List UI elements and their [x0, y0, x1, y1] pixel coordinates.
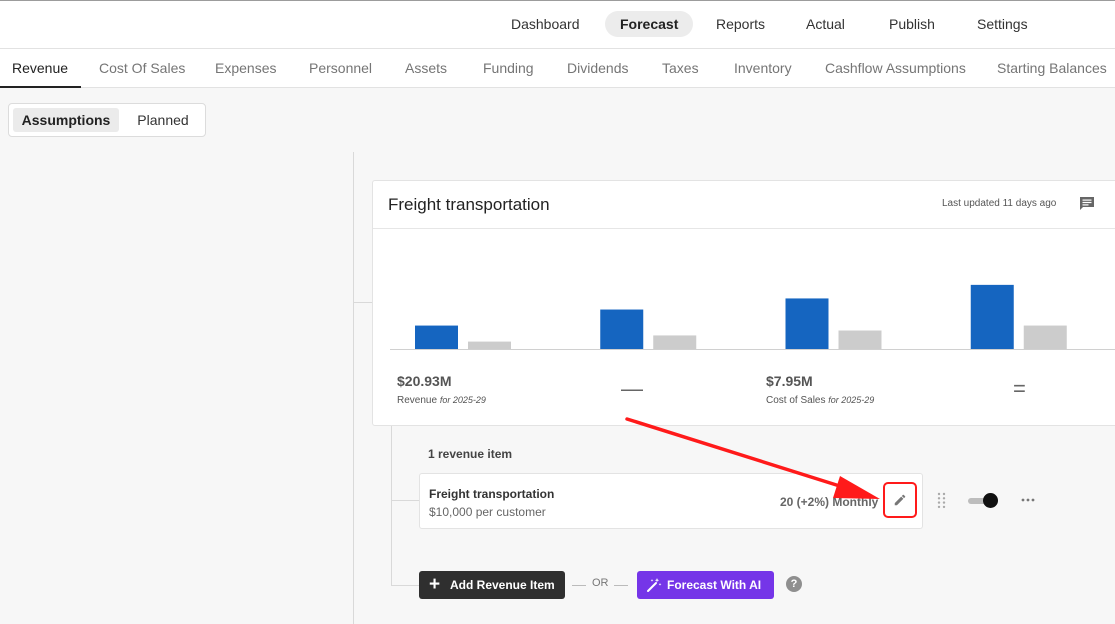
more-options-icon[interactable]	[1021, 497, 1035, 503]
revenue-vs-cost-chart	[390, 284, 1115, 350]
or-divider-right	[614, 585, 628, 586]
drag-handle-icon[interactable]	[937, 492, 946, 509]
minus-sign: —	[621, 376, 643, 401]
tree-connector-line	[353, 152, 354, 624]
forecast-with-ai-label: Forecast With AI	[667, 578, 762, 592]
nav-forecast[interactable]: Forecast	[605, 11, 694, 37]
edit-button[interactable]	[883, 482, 917, 518]
bar-series-0-group-1	[600, 309, 644, 349]
card-divider	[373, 228, 1115, 229]
tab-starting-balances[interactable]: Starting Balances	[997, 49, 1107, 87]
cost-of-sales-total: $7.95M	[766, 373, 813, 389]
comment-icon[interactable]	[1079, 196, 1095, 212]
or-separator: OR	[592, 577, 609, 589]
bar-series-0-group-3	[970, 284, 1014, 349]
bar-series-1-group-0	[468, 341, 511, 349]
view-toggle: Assumptions Planned	[8, 103, 206, 137]
revenue-item-count: 1 revenue item	[428, 447, 513, 461]
tab-expenses[interactable]: Expenses	[215, 49, 276, 87]
tree-connector-branch	[353, 302, 373, 303]
tab-assets[interactable]: Assets	[405, 49, 447, 87]
plus-icon: +	[429, 574, 441, 595]
bar-series-1-group-1	[653, 335, 697, 349]
bar-series-1-group-3	[1023, 325, 1067, 349]
revenue-summary-card: Freight transportation Last updated 11 d…	[372, 180, 1115, 426]
help-icon[interactable]: ?	[786, 576, 802, 592]
tab-taxes[interactable]: Taxes	[662, 49, 699, 87]
equals-sign: =	[1013, 376, 1026, 401]
revenue-item-row[interactable]: Freight transportation $10,000 per custo…	[419, 473, 923, 529]
tab-personnel[interactable]: Personnel	[309, 49, 372, 87]
cost-of-sales-stat: $7.95M Cost of Sales for 2025-29	[766, 373, 874, 406]
or-divider-left	[572, 585, 586, 586]
forecast-tabs: Revenue Cost Of Sales Expenses Personnel…	[0, 48, 1115, 88]
tab-inventory[interactable]: Inventory	[734, 49, 792, 87]
forecast-with-ai-button[interactable]: Forecast With AI	[637, 571, 774, 599]
bar-series-0-group-2	[785, 298, 829, 349]
revenue-stat: $20.93M Revenue for 2025-29	[397, 373, 486, 406]
items-tree-branch	[391, 500, 419, 501]
add-revenue-item-button[interactable]: + Add Revenue Item	[419, 571, 565, 599]
active-tab-indicator	[0, 86, 81, 88]
add-revenue-item-label: Add Revenue Item	[450, 578, 555, 592]
revenue-item-name: Freight transportation	[429, 487, 555, 501]
pencil-icon	[894, 494, 906, 506]
nav-settings[interactable]: Settings	[962, 11, 1043, 37]
nav-actual[interactable]: Actual	[791, 11, 860, 37]
tab-funding[interactable]: Funding	[483, 49, 534, 87]
actions-tree-branch	[391, 585, 419, 586]
revenue-item-price: $10,000 per customer	[429, 505, 546, 519]
nav-dashboard[interactable]: Dashboard	[496, 11, 595, 37]
enable-toggle-switch[interactable]	[968, 493, 1000, 509]
last-updated-text: Last updated 11 days ago	[942, 198, 1057, 209]
top-navigation: Dashboard Forecast Reports Actual Publis…	[0, 0, 1115, 48]
toggle-knob	[983, 493, 998, 508]
revenue-label: Revenue	[397, 395, 438, 406]
nav-reports[interactable]: Reports	[701, 11, 780, 37]
items-tree-line	[391, 426, 392, 586]
assumptions-toggle-button[interactable]: Assumptions	[13, 108, 119, 132]
tab-cost-of-sales[interactable]: Cost Of Sales	[99, 49, 185, 87]
tab-dividends[interactable]: Dividends	[567, 49, 628, 87]
revenue-total: $20.93M	[397, 373, 452, 389]
cost-of-sales-label: Cost of Sales	[766, 395, 826, 406]
magic-wand-icon	[647, 578, 662, 592]
nav-publish[interactable]: Publish	[874, 11, 950, 37]
tab-revenue[interactable]: Revenue	[12, 49, 68, 87]
bar-series-0-group-0	[415, 325, 458, 349]
planned-toggle-button[interactable]: Planned	[123, 108, 203, 132]
revenue-item-growth: 20 (+2%) Monthly	[780, 495, 879, 509]
bar-series-1-group-2	[838, 330, 882, 349]
tab-cashflow-assumptions[interactable]: Cashflow Assumptions	[825, 49, 966, 87]
card-title: Freight transportation	[388, 195, 550, 214]
revenue-period: for 2025-29	[439, 395, 486, 405]
cost-of-sales-period: for 2025-29	[828, 395, 875, 405]
